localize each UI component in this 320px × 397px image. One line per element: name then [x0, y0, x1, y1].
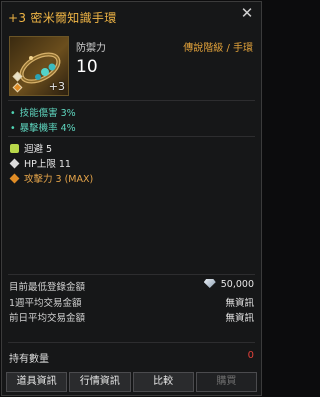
divider	[8, 274, 255, 275]
item-tooltip-panel: +3 密米爾知識手環 ✕ +3 防禦力 10 傳說階級 / 手環 • 技能傷害 3…	[1, 1, 262, 396]
hp-icon	[9, 158, 20, 168]
market-weekly-avg: 1週平均交易金額 無資訊	[9, 295, 254, 309]
holding-count: 持有數量 0	[9, 350, 254, 365]
min-price-value: 50,000	[220, 279, 254, 290]
item-icon: +3	[9, 36, 69, 96]
prev-day-avg-value: 無資訊	[225, 313, 254, 324]
weekly-avg-value: 無資訊	[225, 298, 254, 309]
silver-diamond-icon	[203, 279, 216, 288]
bullet-icon: •	[10, 123, 16, 134]
enhance-level: +3	[48, 80, 65, 93]
close-icon[interactable]: ✕	[239, 5, 255, 21]
attr-evade: 迴避 5	[10, 141, 52, 155]
market-prev-day-avg: 前日平均交易金額 無資訊	[9, 310, 254, 324]
evade-icon	[10, 143, 19, 153]
defense-value: 10	[76, 57, 98, 77]
item-title: +3 密米爾知識手環	[8, 11, 117, 25]
defense-label: 防禦力	[76, 43, 106, 54]
item-grade: 傳說階級 / 手環	[183, 43, 253, 54]
compare-button[interactable]: 比較	[132, 372, 194, 392]
divider	[8, 100, 255, 101]
attack-icon	[9, 173, 20, 183]
market-min-price: 目前最低登錄金額 50,000	[9, 279, 254, 293]
item-info-button[interactable]: 道具資訊	[6, 372, 68, 392]
divider	[8, 136, 255, 137]
holding-value: 0	[247, 350, 254, 361]
attr-hp: HP上限 11	[9, 156, 71, 170]
bullet-icon: •	[10, 108, 16, 119]
attr-attack: 攻擊力 3 (MAX)	[9, 171, 93, 185]
market-info-button[interactable]: 行情資訊	[69, 372, 131, 392]
stat-crit-rate: • 暴擊機率 4%	[10, 123, 76, 134]
action-bar: 道具資訊 行情資訊 比較 購買	[6, 372, 257, 392]
divider	[8, 342, 255, 343]
stat-skill-damage: • 技能傷害 3%	[10, 108, 76, 119]
buy-button[interactable]: 購買	[195, 372, 257, 392]
